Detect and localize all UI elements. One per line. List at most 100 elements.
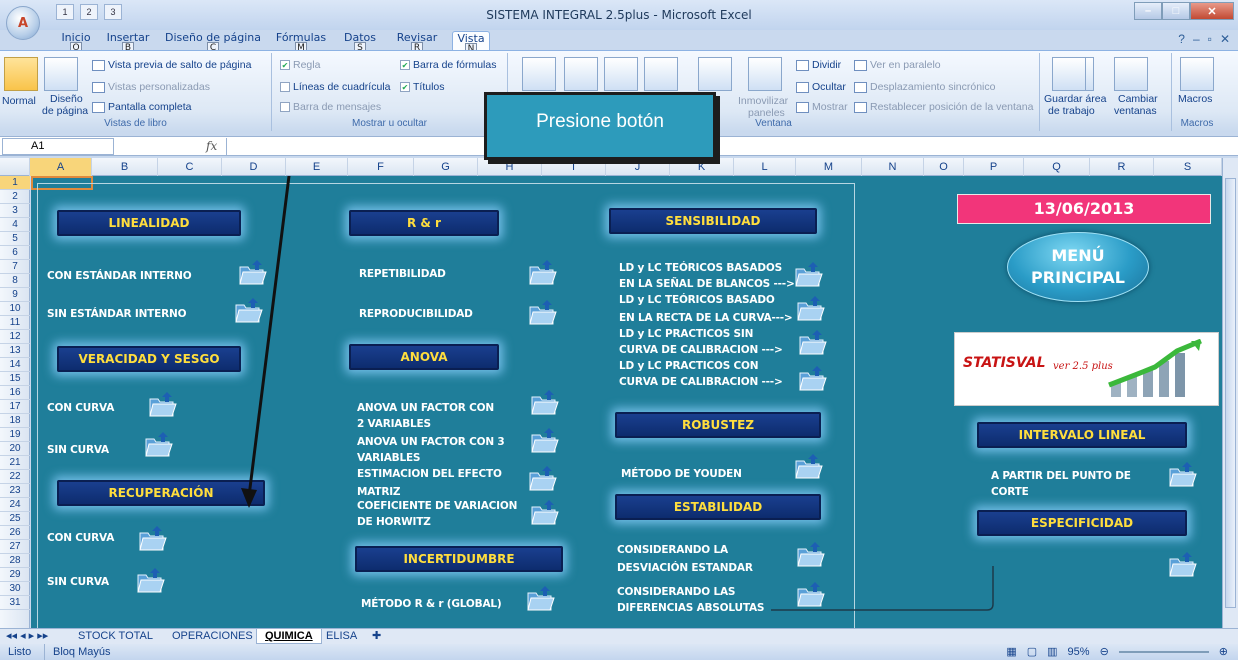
row-header[interactable]: 25 xyxy=(0,512,30,526)
row-header[interactable]: 22 xyxy=(0,470,30,484)
folder-icon[interactable] xyxy=(525,584,555,614)
normal-view-icon[interactable]: ▦ xyxy=(1006,644,1016,660)
column-header[interactable]: N xyxy=(862,158,924,176)
page-layout-button[interactable] xyxy=(44,57,78,91)
column-header[interactable]: B xyxy=(92,158,158,176)
side-by-side-button[interactable]: Ver en paralelo xyxy=(854,59,941,71)
row-header[interactable]: 1 xyxy=(0,176,30,190)
regla-checkbox[interactable]: ✔ Regla xyxy=(280,59,320,71)
close-button[interactable]: ✕ xyxy=(1190,2,1234,20)
zoom-100-button[interactable] xyxy=(564,57,598,91)
zoom-button[interactable] xyxy=(522,57,556,91)
message-bar-checkbox[interactable]: Barra de mensajes xyxy=(280,101,381,113)
folder-icon[interactable] xyxy=(527,298,557,328)
folder-icon[interactable] xyxy=(793,260,823,290)
column-header[interactable]: Q xyxy=(1024,158,1090,176)
column-header[interactable]: P xyxy=(964,158,1024,176)
custom-views-button[interactable]: Vistas personalizadas xyxy=(92,81,210,93)
name-box[interactable]: A1 xyxy=(2,138,114,155)
row-header[interactable]: 23 xyxy=(0,484,30,498)
scrollbar-thumb[interactable] xyxy=(1225,178,1236,608)
doc-restore-icon[interactable]: ▫ xyxy=(1208,32,1212,46)
new-window-button[interactable] xyxy=(644,57,678,91)
sheet-nav-arrows[interactable]: ◂◂ ◂ ▸ ▸▸ xyxy=(6,629,48,644)
column-header[interactable]: F xyxy=(348,158,414,176)
folder-icon[interactable] xyxy=(529,498,559,528)
folder-icon[interactable] xyxy=(233,296,263,326)
column-header[interactable]: C xyxy=(158,158,222,176)
folder-icon[interactable] xyxy=(795,540,825,570)
sheet-tab-stock-total[interactable]: STOCK TOTAL xyxy=(70,629,161,644)
folder-icon[interactable] xyxy=(529,426,559,456)
doc-minimize-icon[interactable]: – xyxy=(1193,32,1200,46)
tab-insertar[interactable]: Insertar B xyxy=(104,31,152,54)
row-header[interactable]: 7 xyxy=(0,260,30,274)
formula-bar-checkbox[interactable]: ✔ Barra de fórmulas xyxy=(400,59,496,71)
full-screen-button[interactable]: Pantalla completa xyxy=(92,101,191,113)
macros-button[interactable] xyxy=(1180,57,1214,91)
row-header[interactable]: 28 xyxy=(0,554,30,568)
row-header[interactable]: 13 xyxy=(0,344,30,358)
folder-icon[interactable] xyxy=(795,294,825,324)
column-header[interactable]: J xyxy=(606,158,670,176)
zoom-selection-button[interactable] xyxy=(604,57,638,91)
row-header[interactable]: 20 xyxy=(0,442,30,456)
folder-icon[interactable] xyxy=(237,258,267,288)
save-workspace-icon[interactable] xyxy=(1052,57,1086,91)
folder-icon[interactable] xyxy=(1167,460,1197,490)
worksheet[interactable]: LINEALIDAD CON ESTÁNDAR INTERNO SIN ESTÁ… xyxy=(31,176,1222,628)
row-header[interactable]: 4 xyxy=(0,218,30,232)
row-header[interactable]: 16 xyxy=(0,386,30,400)
switch-windows-icon[interactable] xyxy=(1114,57,1148,91)
tab-revisar[interactable]: Revisar R xyxy=(394,31,440,54)
zoom-slider[interactable] xyxy=(1118,651,1209,653)
tab-diseno-pagina[interactable]: Diseño de página C xyxy=(164,31,262,54)
row-header[interactable]: 29 xyxy=(0,568,30,582)
column-header[interactable]: R xyxy=(1090,158,1154,176)
row-header[interactable]: 5 xyxy=(0,232,30,246)
row-header[interactable]: 18 xyxy=(0,414,30,428)
column-header[interactable]: H xyxy=(478,158,542,176)
zoom-in-icon[interactable]: ⊕ xyxy=(1219,644,1228,660)
column-header[interactable]: L xyxy=(734,158,796,176)
folder-icon[interactable] xyxy=(135,566,165,596)
column-header[interactable]: S xyxy=(1154,158,1222,176)
page-break-view-icon[interactable]: ▥ xyxy=(1047,644,1057,660)
folder-icon[interactable] xyxy=(795,580,825,610)
doc-close-icon[interactable]: ✕ xyxy=(1220,32,1230,46)
folder-icon[interactable] xyxy=(137,524,167,554)
arrange-all-button[interactable] xyxy=(698,57,732,91)
sheet-tab-operaciones[interactable]: OPERACIONES xyxy=(164,629,261,644)
column-header[interactable]: O xyxy=(924,158,964,176)
row-header[interactable]: 12 xyxy=(0,330,30,344)
formula-input[interactable] xyxy=(226,138,1216,155)
row-header[interactable]: 14 xyxy=(0,358,30,372)
column-header[interactable]: K xyxy=(670,158,734,176)
tab-inicio[interactable]: Inicio O xyxy=(56,31,96,54)
office-button[interactable]: A xyxy=(6,6,40,40)
folder-icon[interactable] xyxy=(793,452,823,482)
help-icon[interactable]: ? xyxy=(1178,32,1185,46)
tab-datos[interactable]: Datos S xyxy=(340,31,380,54)
zoom-out-icon[interactable]: ⊖ xyxy=(1100,644,1109,660)
reset-position-button[interactable]: Restablecer posición de la ventana xyxy=(854,101,1033,113)
hide-button[interactable]: Ocultar xyxy=(796,81,846,93)
row-header[interactable]: 10 xyxy=(0,302,30,316)
row-header[interactable]: 6 xyxy=(0,246,30,260)
split-button[interactable]: Dividir xyxy=(796,59,841,71)
insert-function-icon[interactable]: fx xyxy=(206,139,217,153)
row-header[interactable]: 15 xyxy=(0,372,30,386)
row-header[interactable]: 31 xyxy=(0,596,30,610)
gridlines-checkbox[interactable]: Líneas de cuadrícula xyxy=(280,81,390,93)
row-header[interactable]: 8 xyxy=(0,274,30,288)
row-header[interactable]: 17 xyxy=(0,400,30,414)
row-header[interactable]: 19 xyxy=(0,428,30,442)
headings-checkbox[interactable]: ✔ Títulos xyxy=(400,81,445,93)
folder-icon[interactable] xyxy=(147,390,177,420)
folder-icon[interactable] xyxy=(529,388,559,418)
row-header[interactable]: 24 xyxy=(0,498,30,512)
row-header[interactable]: 11 xyxy=(0,316,30,330)
folder-icon[interactable] xyxy=(527,464,557,494)
row-header[interactable]: 9 xyxy=(0,288,30,302)
page-break-preview-button[interactable]: Vista previa de salto de página xyxy=(92,59,251,71)
